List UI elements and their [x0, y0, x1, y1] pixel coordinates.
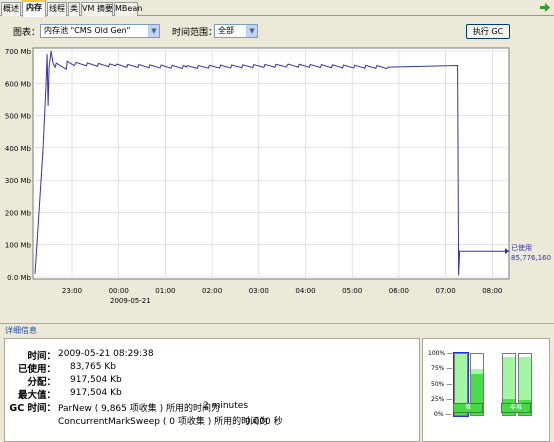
time-label: 时间： — [27, 351, 56, 362]
x-tick-label: 03:00 — [249, 287, 269, 295]
x-tick-label: 04:00 — [295, 287, 315, 295]
memory-panel: 图表： 内存池 "CMS Old Gen" ▼ 时间范围： 全部 ▼ 执行 GC… — [0, 17, 554, 442]
y-tick-label: 0.0 Mb — [7, 274, 31, 282]
x-tick-label: 00:00 — [109, 287, 129, 295]
x-tick-label: 23:00 — [62, 287, 82, 295]
tab-vm-summary[interactable]: VM 摘要 — [81, 2, 113, 16]
chevron-down-icon: ▼ — [246, 25, 257, 37]
gauge-label-50: 50% — — [431, 381, 453, 388]
gc-cms-time: 0.000 秒 — [245, 417, 283, 427]
current-label: 已使用 — [511, 243, 532, 252]
chart-select[interactable]: 内存池 "CMS Old Gen" ▼ — [40, 24, 160, 38]
committed-value: 917,504 Kb — [70, 375, 122, 385]
time-value: 2009-05-21 08:29:38 — [58, 349, 154, 359]
used-label: 已使用： — [17, 364, 56, 375]
gauge-label-75: 75% — — [431, 365, 453, 372]
details-title: 详细信息 — [5, 326, 37, 335]
divider — [0, 323, 554, 324]
y-tick-label: 600 Mb — [5, 80, 32, 88]
x-tick-label: 06:00 — [389, 287, 409, 295]
gc-cms: ConcurrentMarkSweep ( 0 项收集 ) 所用的时间为 — [58, 417, 269, 427]
tab-overview[interactable]: 概述 — [1, 2, 21, 16]
perform-gc-button[interactable]: 执行 GC — [466, 24, 510, 39]
plot-area — [32, 47, 510, 280]
x-tick-label: 05:00 — [342, 287, 362, 295]
committed-label: 分配： — [27, 377, 56, 388]
detach-icon[interactable] — [540, 3, 550, 12]
x-tick-label: 01:00 — [155, 287, 175, 295]
tab-mbean[interactable]: MBean — [114, 2, 142, 16]
memory-chart: 0.0 Mb 100 Mb 200 Mb 300 Mb 400 Mb 500 Mb 600 … — [5, 47, 551, 305]
gauge-label-0: 0% — — [434, 411, 452, 418]
current-value: 85,776,160 — [511, 254, 551, 262]
y-tick-label: 100 Mb — [5, 242, 32, 250]
chart-select-label: 图表： — [13, 28, 41, 38]
time-range-select[interactable]: 全部 ▼ — [214, 24, 258, 38]
gc-time-label: GC 时间： — [9, 403, 56, 414]
details-box: 时间： 2009-05-21 08:29:38 已使用： 83,765 Kb 分… — [4, 338, 420, 442]
gc-parnew-time: 2 minutes — [203, 401, 249, 411]
time-range-label: 时间范围： — [172, 28, 218, 38]
x-tick-label: 02:00 — [202, 287, 222, 295]
max-label: 最大值： — [17, 390, 56, 401]
heap-label: 堆 — [453, 403, 483, 413]
y-tick-label: 200 Mb — [5, 209, 32, 217]
y-axis-ticks: 0.0 Mb 100 Mb 200 Mb 300 Mb 400 Mb 500 Mb 600 … — [5, 48, 32, 282]
x-tick-label: 07:00 — [436, 287, 456, 295]
used-value: 83,765 Kb — [70, 362, 116, 372]
gc-parnew: ParNew ( 9,865 项收集 ) 所用的时间为 — [58, 404, 220, 414]
y-tick-label: 500 Mb — [5, 113, 32, 121]
tab-classes[interactable]: 类 — [68, 2, 80, 16]
chart-select-value: 内存池 "CMS Old Gen" — [44, 26, 131, 35]
x-axis-ticks: 23:00 00:00 01:00 02:00 03:00 04:00 05:00 06:00… — [62, 287, 502, 295]
tab-memory[interactable]: 内存 — [22, 0, 46, 17]
nonheap-label: 非堆 — [501, 403, 531, 413]
tab-threads[interactable]: 线程 — [47, 2, 67, 16]
y-tick-label: 400 Mb — [5, 145, 32, 153]
date-label: 2009-05-21 — [110, 297, 151, 305]
time-range-value: 全部 — [218, 26, 234, 35]
chevron-down-icon: ▼ — [148, 25, 159, 37]
tab-bar: 概述 内存 线程 类 VM 摘要 MBean — [0, 0, 554, 17]
max-value: 917,504 Kb — [70, 388, 122, 398]
current-value-marker: 已使用 85,776,160 — [511, 243, 551, 262]
y-tick-label: 700 Mb — [5, 48, 32, 56]
gauge-label-100: 100% — — [428, 350, 454, 357]
memory-gauges: 100% — 75% — 50% — 25% — 0% — — [422, 338, 550, 442]
y-tick-label: 300 Mb — [5, 177, 32, 185]
gauge-label-25: 25% — — [431, 396, 453, 403]
x-tick-label: 08:00 — [482, 287, 502, 295]
